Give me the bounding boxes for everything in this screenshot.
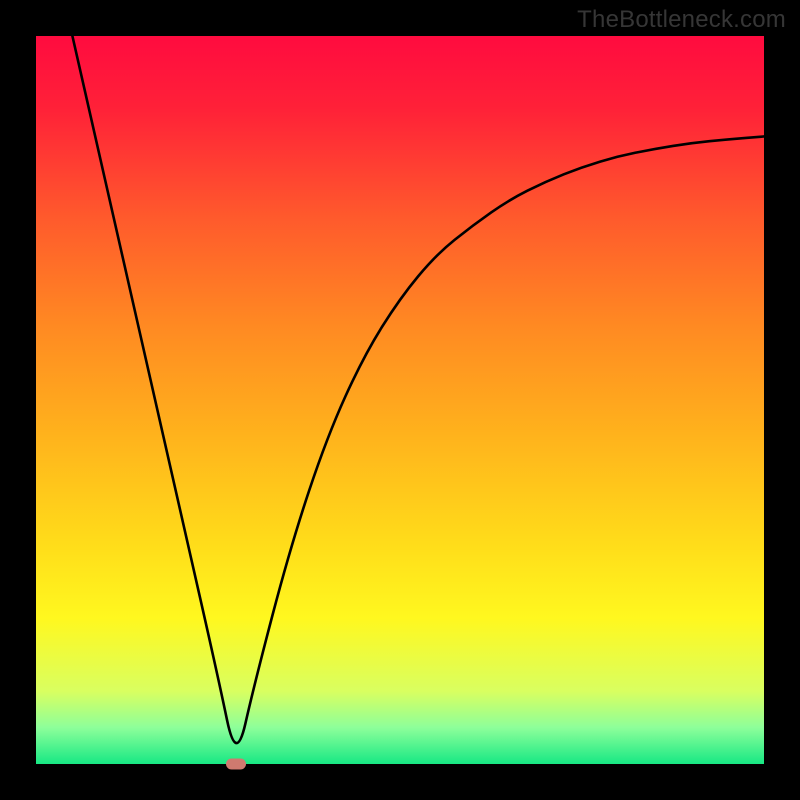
background-gradient (36, 36, 764, 764)
chart-frame: TheBottleneck.com (0, 0, 800, 800)
min-point-marker (226, 759, 246, 770)
plot-area (36, 36, 764, 764)
watermark-text: TheBottleneck.com (577, 6, 786, 34)
